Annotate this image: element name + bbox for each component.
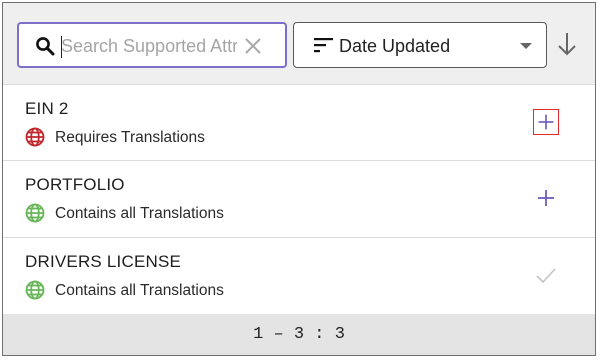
- globe-icon: [25, 280, 45, 300]
- arrow-down-icon[interactable]: [557, 31, 577, 57]
- dropdown-arrow-icon: [520, 43, 532, 49]
- list-item[interactable]: PORTFOLIO Contains all Translations: [3, 160, 595, 238]
- attribute-name: EIN 2: [25, 99, 69, 118]
- pagination-bar: 1 – 3 : 3: [3, 314, 595, 355]
- text-cursor: [61, 36, 62, 58]
- sort-icon: [314, 38, 333, 53]
- globe-icon: [25, 127, 45, 147]
- translation-status: Contains all Translations: [55, 205, 224, 222]
- add-icon[interactable]: [533, 185, 559, 211]
- translation-status: Requires Translations: [55, 129, 205, 146]
- attribute-list-panel: Date Updated EIN 2 Requires Translations: [2, 2, 596, 356]
- search-box[interactable]: [17, 22, 287, 68]
- list-item[interactable]: EIN 2 Requires Translations: [3, 84, 595, 162]
- list-item[interactable]: DRIVERS LICENSE Contains all Translation…: [3, 237, 595, 315]
- attribute-name: PORTFOLIO: [25, 175, 125, 194]
- clear-icon[interactable]: [243, 36, 263, 56]
- sort-selected-label: Date Updated: [339, 36, 451, 56]
- globe-icon: [25, 203, 45, 223]
- search-icon: [36, 37, 55, 56]
- attribute-name: DRIVERS LICENSE: [25, 252, 182, 271]
- add-icon[interactable]: [533, 109, 559, 135]
- search-input[interactable]: [61, 32, 237, 60]
- pagination-label: 1 – 3 : 3: [253, 325, 345, 344]
- check-icon: [536, 268, 556, 284]
- toolbar: Date Updated: [3, 3, 595, 84]
- translation-status: Contains all Translations: [55, 282, 224, 299]
- sort-dropdown[interactable]: Date Updated: [293, 22, 547, 68]
